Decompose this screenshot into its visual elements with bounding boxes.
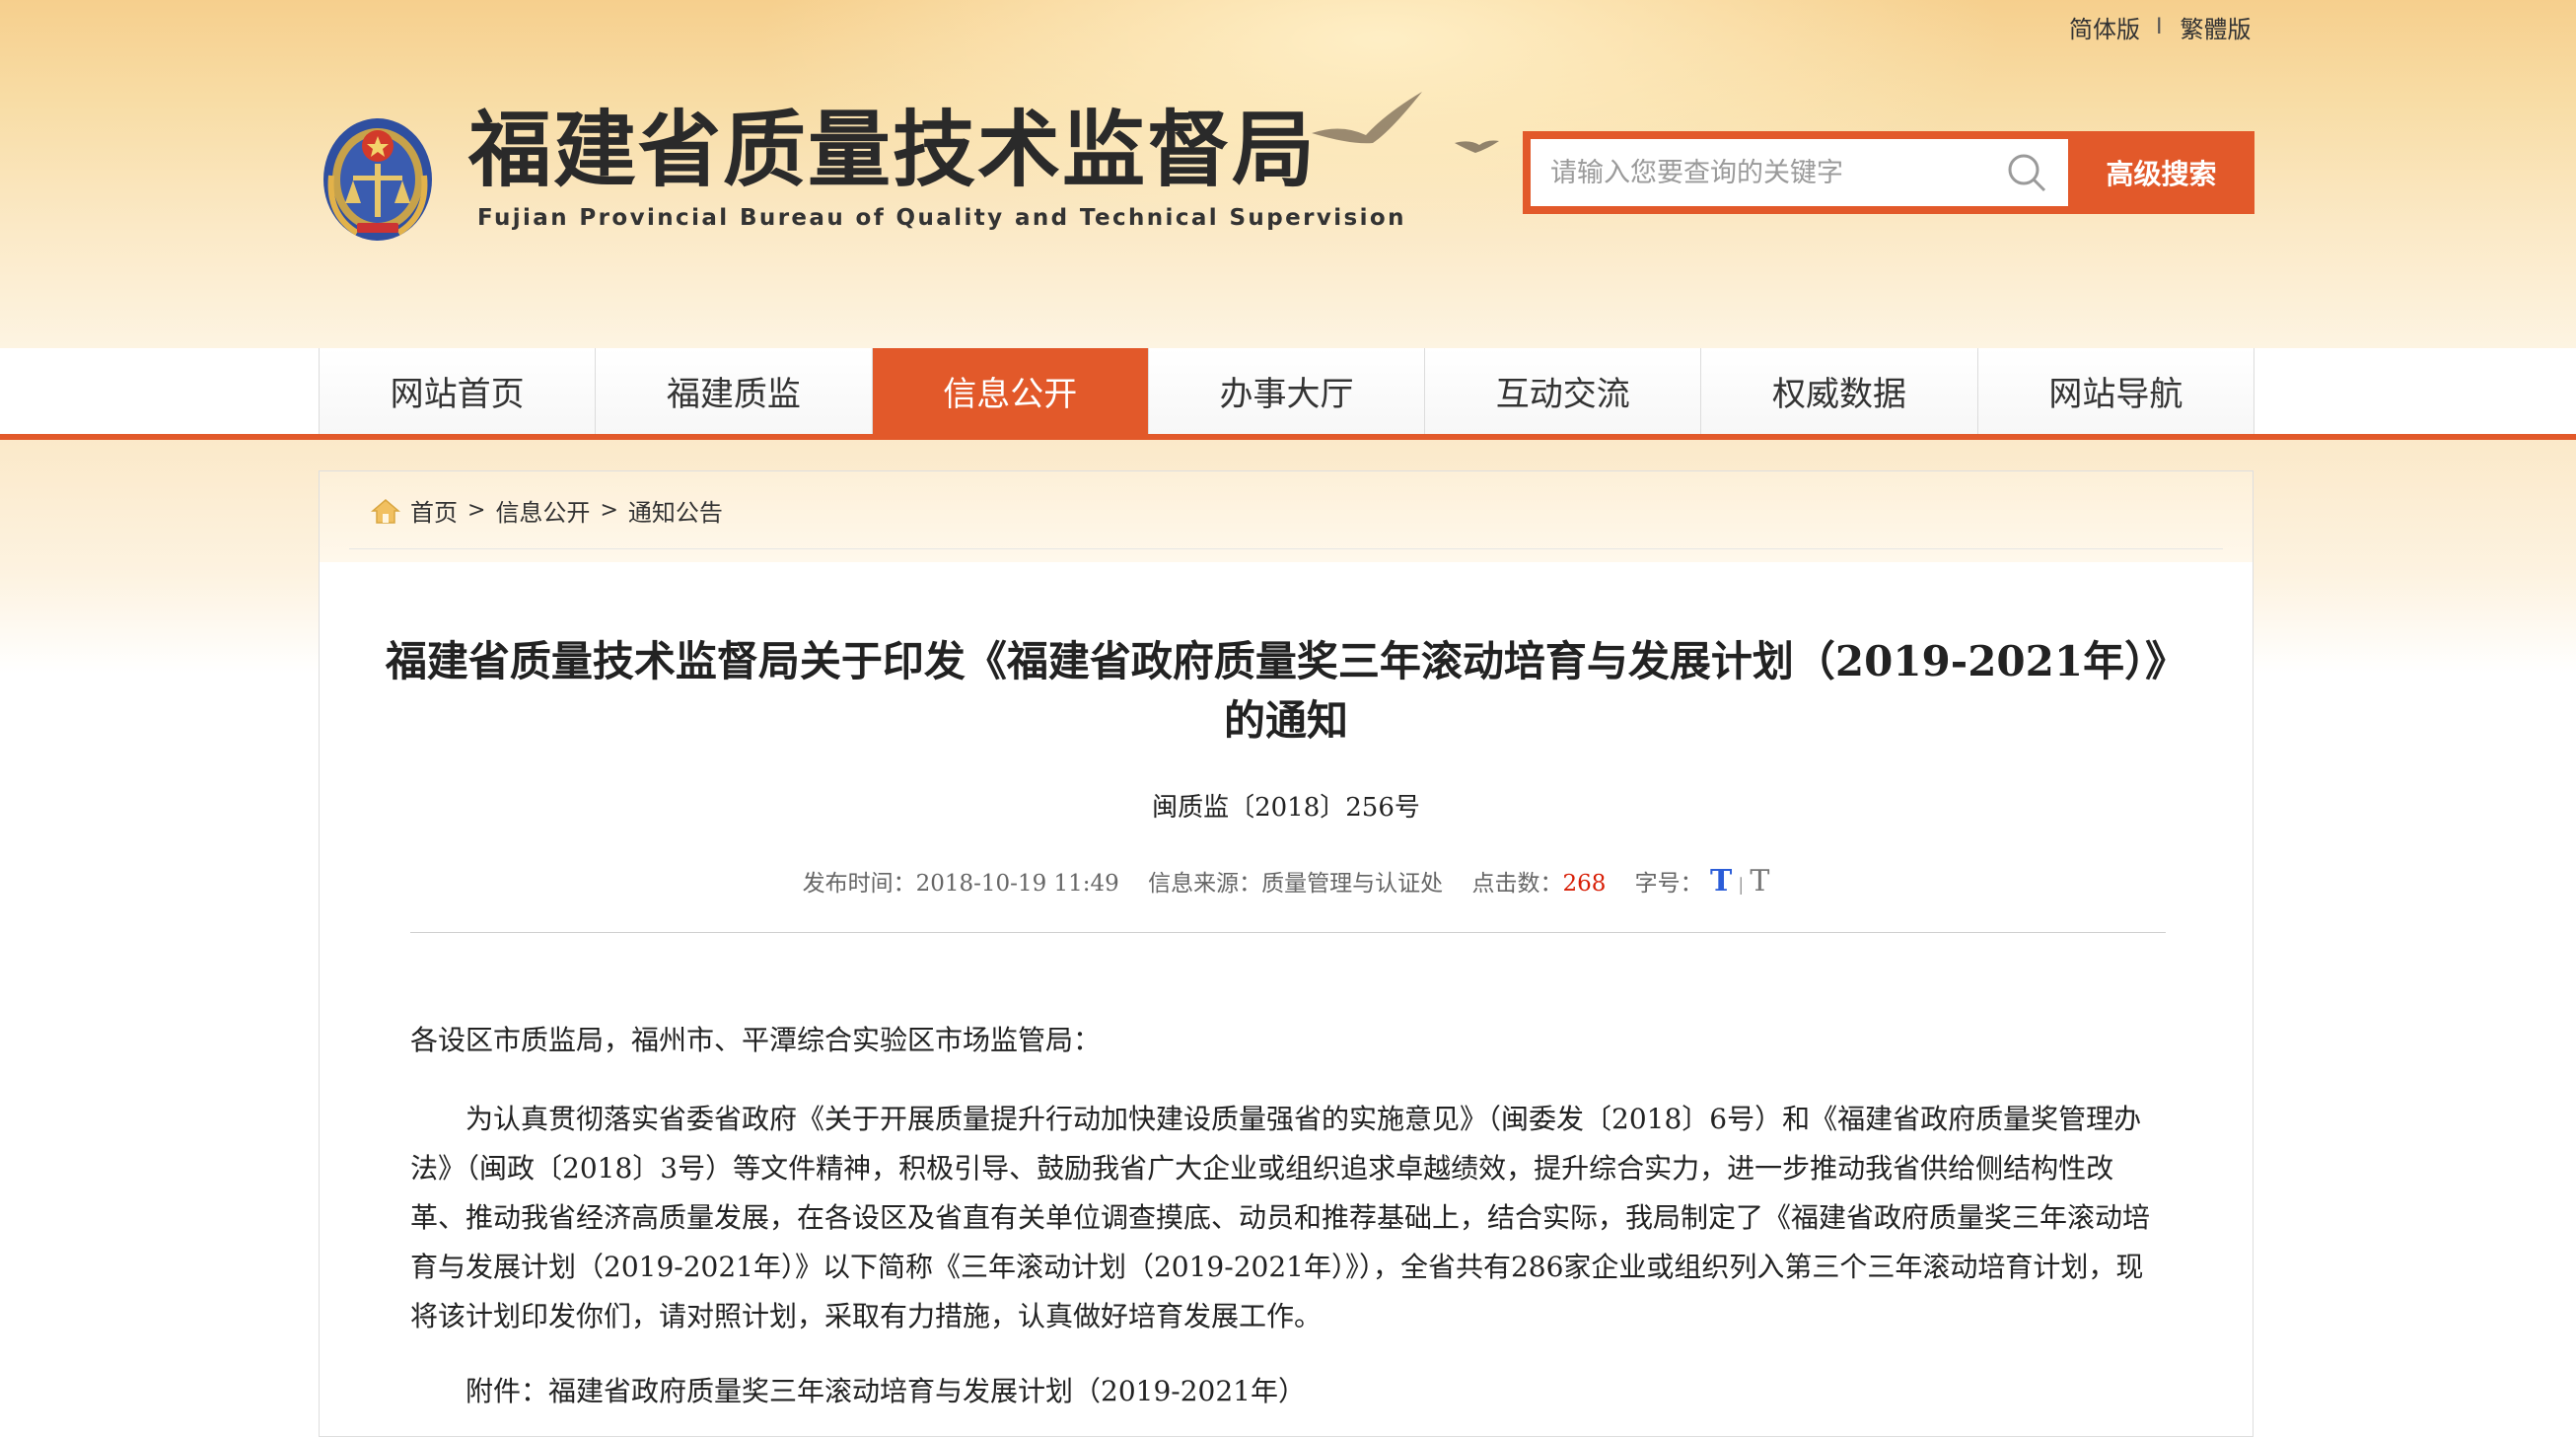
document-number: 闽质监〔2018〕256号 bbox=[1152, 793, 1420, 823]
nav-item-fujian-qs[interactable]: 福建质监 bbox=[596, 348, 873, 434]
nav-item-info-disclosure[interactable]: 信息公开 bbox=[872, 348, 1149, 434]
source-label: 信息来源： bbox=[1148, 871, 1262, 897]
font-size-large-button[interactable]: T bbox=[1710, 864, 1732, 898]
site-subtitle: Fujian Provincial Bureau of Quality and … bbox=[477, 205, 1406, 231]
main-nav: 网站首页 福建质监 信息公开 办事大厅 互动交流 权威数据 网站导航 bbox=[0, 348, 2576, 440]
lang-traditional-link[interactable]: 繁體版 bbox=[2181, 10, 2252, 44]
nav-item-service-hall[interactable]: 办事大厅 bbox=[1148, 348, 1426, 434]
site-title: 福建省质量技术监督局 bbox=[468, 101, 1318, 198]
language-switch: 简体版 I 繁體版 bbox=[2069, 10, 2252, 44]
font-size-separator: | bbox=[1738, 875, 1745, 896]
flying-birds-icon bbox=[1312, 92, 1499, 153]
article-title: 福建省质量技术监督局关于印发《福建省政府质量奖三年滚动培育与发展计划（2019-… bbox=[385, 637, 2187, 745]
font-size-small-button[interactable]: T bbox=[1750, 864, 1769, 898]
advanced-search-button[interactable]: 高级搜索 bbox=[2068, 131, 2254, 214]
font-size-label: 字号： bbox=[1634, 871, 1703, 897]
breadcrumb-separator: > bbox=[467, 498, 486, 523]
breadcrumb-home-link[interactable]: 首页 bbox=[410, 493, 458, 528]
article-meta: 发布时间：2018-10-19 11:49 信息来源：质量管理与认证处 点击数：… bbox=[320, 864, 2253, 898]
nav-list: 网站首页 福建质监 信息公开 办事大厅 互动交流 权威数据 网站导航 bbox=[319, 348, 2254, 434]
lang-separator: I bbox=[2156, 15, 2163, 39]
breadcrumb: 首页 > 信息公开 > 通知公告 bbox=[371, 493, 723, 528]
emblem-logo-icon bbox=[323, 118, 432, 241]
body-paragraph: 为认真贯彻落实省委省政府《关于开展质量提升行动加快建设质量强省的实施意见》（闽委… bbox=[410, 1103, 2151, 1332]
article-panel: 首页 > 信息公开 > 通知公告 福建省质量技术监督局关于印发《福建省政府质量奖… bbox=[319, 470, 2254, 1437]
nav-item-data[interactable]: 权威数据 bbox=[1701, 348, 1978, 434]
clicks-label: 点击数： bbox=[1471, 871, 1563, 897]
nav-item-sitemap[interactable]: 网站导航 bbox=[1977, 348, 2254, 434]
publish-time-value: 2018-10-19 11:49 bbox=[915, 871, 1119, 897]
breadcrumb-divider bbox=[349, 548, 2223, 549]
source-value: 质量管理与认证处 bbox=[1261, 871, 1444, 897]
breadcrumb-info-link[interactable]: 信息公开 bbox=[495, 493, 590, 528]
home-icon bbox=[371, 498, 400, 524]
nav-item-interaction[interactable]: 互动交流 bbox=[1425, 348, 1702, 434]
nav-item-home[interactable]: 网站首页 bbox=[320, 348, 597, 434]
clicks-value: 268 bbox=[1562, 871, 1607, 897]
lang-simplified-link[interactable]: 简体版 bbox=[2069, 10, 2140, 44]
article-body: 各设区市质监局，福州市、平潭综合实验区市场监管局： 为认真贯彻落实省委省政府《关… bbox=[410, 1016, 2166, 1416]
header-banner: 简体版 I 繁體版 福建省质量技术监督局 Fujian Provincial B… bbox=[0, 0, 2576, 348]
attachment-line[interactable]: 附件：福建省政府质量奖三年滚动培育与发展计划（2019-2021年） bbox=[410, 1367, 2166, 1416]
salutation: 各设区市质监局，福州市、平潭综合实验区市场监管局： bbox=[410, 1024, 1102, 1056]
search-bar: 高级搜索 bbox=[1523, 131, 2254, 214]
breadcrumb-separator: > bbox=[600, 498, 618, 523]
title-divider bbox=[410, 932, 2166, 933]
breadcrumb-notice-link[interactable]: 通知公告 bbox=[628, 493, 723, 528]
search-input[interactable] bbox=[1531, 139, 2068, 206]
breadcrumb-area: 首页 > 信息公开 > 通知公告 bbox=[320, 471, 2253, 562]
publish-time-label: 发布时间： bbox=[802, 871, 916, 897]
search-icon[interactable] bbox=[2005, 151, 2048, 194]
